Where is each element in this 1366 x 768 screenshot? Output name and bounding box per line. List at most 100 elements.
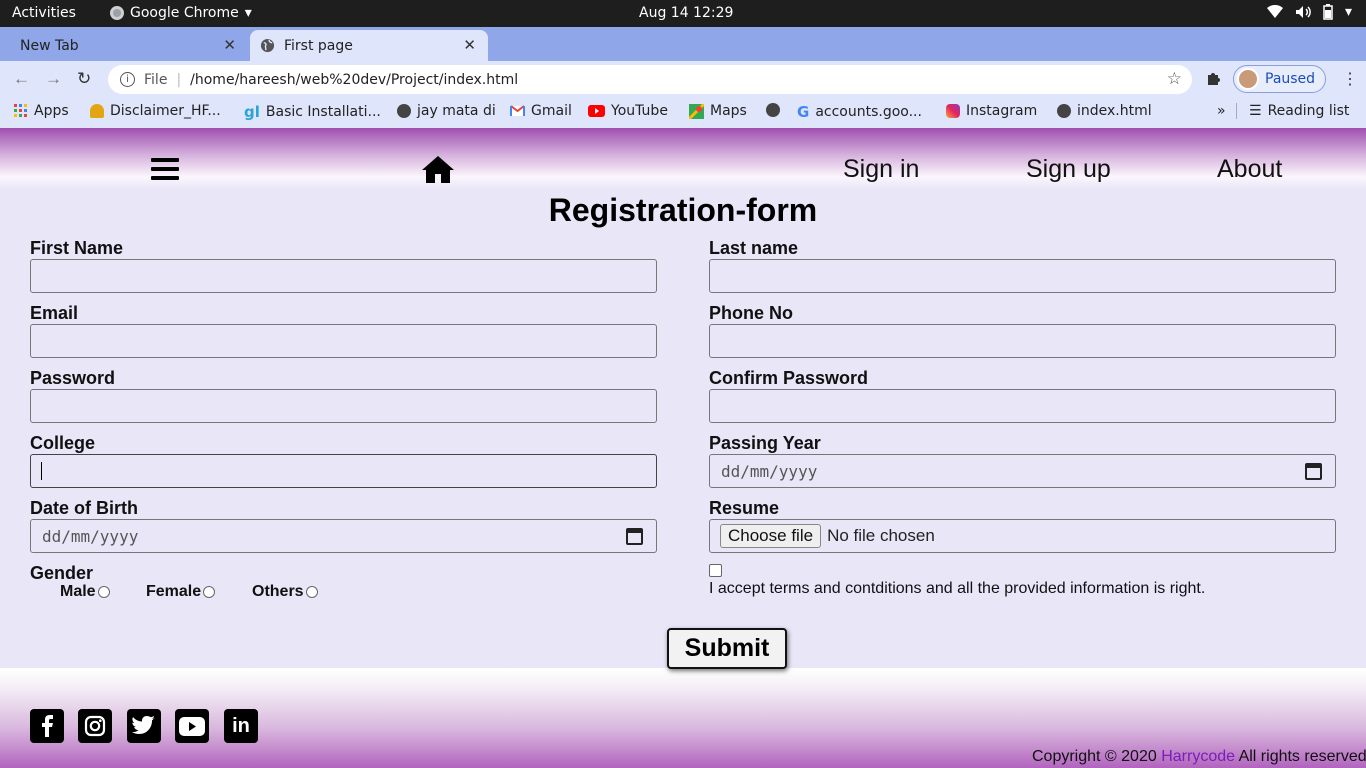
activities-button[interactable]: Activities [12,5,76,21]
hamburger-menu-icon[interactable] [151,158,179,185]
youtube-icon[interactable] [175,709,209,743]
confirm-password-input[interactable] [709,389,1336,423]
bookmark-accounts-google[interactable]: G accounts.goo... [797,103,922,121]
close-tab-icon[interactable]: ✕ [463,36,476,54]
site-info-icon[interactable]: i [120,72,135,87]
instagram-icon[interactable] [78,709,112,743]
gender-male-option[interactable]: Male [60,583,110,601]
globe-icon [766,103,780,117]
bookmark-maps[interactable]: Maps [689,103,747,119]
confirm-password-label: Confirm Password [709,368,869,388]
youtube-icon [588,105,605,117]
text-cursor [41,462,42,480]
caret-down-icon: ▾ [1344,4,1352,20]
linkedin-icon[interactable]: in [224,709,258,743]
nav-about-link[interactable]: About [1217,155,1282,184]
instagram-icon [946,104,960,118]
back-icon[interactable]: ← [13,69,30,89]
app-name: Google Chrome [130,5,239,21]
close-tab-icon[interactable]: ✕ [223,36,236,54]
bookmark-index-html[interactable]: index.html [1057,103,1152,119]
system-top-bar: Activities Google Chrome ▾ Aug 14 12:29 … [0,0,1366,27]
system-tray[interactable]: ▾ [1266,4,1352,20]
gender-label: Gender [30,563,94,583]
address-bar[interactable]: i File | /home/hareesh/web%20dev/Project… [108,65,1192,94]
date-placeholder: dd/mm/yyyy [721,461,818,481]
menu-kebab-icon[interactable]: ⋮ [1342,69,1358,89]
college-input[interactable] [30,454,657,488]
url-separator: | [176,71,182,88]
web-page: Sign in Sign up About Registration-form … [0,128,1366,768]
first-name-input[interactable] [30,259,657,293]
resume-label: Resume [709,498,780,518]
bookmark-globe[interactable] [766,103,780,117]
bookmark-star-icon[interactable]: ☆ [1167,69,1182,89]
bookmark-jay-mata-di[interactable]: jay mata di [397,103,496,119]
phone-input[interactable] [709,324,1336,358]
bookmark-disclaimer[interactable]: Disclaimer_HF... [90,103,221,119]
gender-others-label: Others [252,583,304,600]
password-label: Password [30,368,116,388]
dob-date-input[interactable]: dd/mm/yyyy [30,519,657,553]
app-menu[interactable]: Google Chrome ▾ [110,5,252,21]
bookmark-youtube[interactable]: YouTube [588,103,668,119]
google-icon: G [797,103,810,121]
terms-text: I accept terms and contditions and all t… [709,580,1206,597]
twitter-icon[interactable] [127,709,161,743]
browser-toolbar: ← → ↻ i File | /home/hareesh/web%20dev/P… [0,61,1366,97]
site-navbar: Sign in Sign up About [0,128,1366,189]
copyright-suffix: All rights reserved [1238,748,1366,765]
home-icon[interactable] [421,154,455,184]
brand-link[interactable]: Harrycode [1161,748,1235,765]
calendar-icon[interactable] [626,528,643,545]
last-name-input[interactable] [709,259,1336,293]
dob-label: Date of Birth [30,498,138,518]
avatar [1237,68,1259,90]
forward-icon[interactable]: → [45,69,62,89]
tab-new-tab[interactable]: New Tab ✕ [8,30,248,61]
gender-female-radio[interactable] [203,586,216,598]
profile-button[interactable]: Paused [1233,65,1326,93]
maps-icon [689,103,704,119]
reload-icon[interactable]: ↻ [77,69,91,89]
calendar-icon[interactable] [1305,463,1322,480]
resume-file-input[interactable]: Choose file No file chosen [709,519,1336,553]
gender-others-option[interactable]: Others [252,583,318,601]
bookmark-apps[interactable]: Apps [14,103,69,119]
last-name-label: Last name [709,238,799,258]
bookmark-label: accounts.goo... [815,104,922,120]
copyright-prefix: Copyright © 2020 [1032,748,1157,765]
copyright-text: Copyright © 2020 Harrycode All rights re… [1032,748,1366,766]
gender-others-radio[interactable] [305,586,318,598]
tab-first-page[interactable]: First page ✕ [250,30,488,61]
profile-status: Paused [1265,71,1316,87]
date-placeholder: dd/mm/yyyy [42,526,139,546]
bookmarks-overflow-icon[interactable]: » [1217,103,1226,119]
bookmark-gmail[interactable]: Gmail [510,103,572,119]
gender-female-option[interactable]: Female [146,583,216,601]
choose-file-button[interactable]: Choose file [720,524,822,548]
nav-sign-in-link[interactable]: Sign in [843,155,919,184]
url-scheme: File [144,71,168,88]
facebook-icon[interactable] [30,709,64,743]
password-input[interactable] [30,389,657,423]
site-footer: in Copyright © 2020 Harrycode All rights… [0,668,1366,768]
terms-checkbox[interactable] [709,564,722,577]
passing-year-date-input[interactable]: dd/mm/yyyy [709,454,1336,488]
bookmarks-bar: Apps Disclaimer_HF... gl Basic Installat… [0,97,1366,128]
nav-sign-up-link[interactable]: Sign up [1026,155,1111,184]
reading-list-button[interactable]: ☰ Reading list [1236,103,1349,119]
bookmark-icon: gl [244,103,260,121]
chrome-icon [110,6,124,20]
email-input[interactable] [30,324,657,358]
extensions-puzzle-icon[interactable] [1206,70,1222,86]
bookmark-basic-installation[interactable]: gl Basic Installati... [244,103,381,121]
bookmark-label: Apps [34,103,69,119]
email-label: Email [30,303,79,323]
gender-male-radio[interactable] [97,586,110,598]
clock[interactable]: Aug 14 12:29 [639,5,733,21]
submit-button[interactable]: Submit [667,628,787,669]
bookmark-label: Maps [710,103,747,119]
bookmark-instagram[interactable]: Instagram [946,103,1037,119]
no-file-chosen-text: No file chosen [827,526,935,545]
